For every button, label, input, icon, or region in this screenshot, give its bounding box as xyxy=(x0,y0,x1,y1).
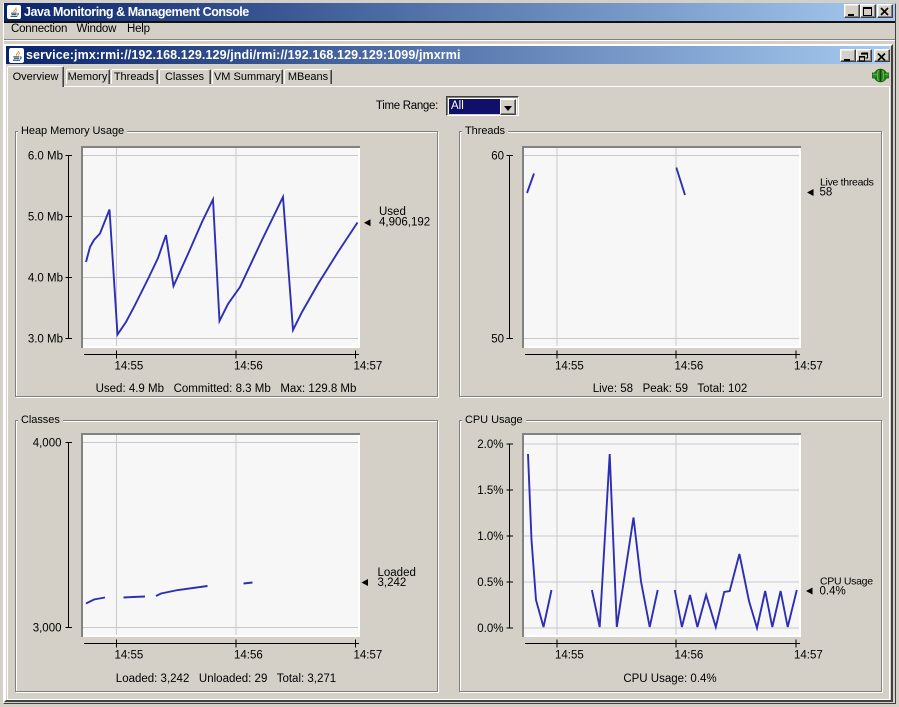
svg-text:14:55: 14:55 xyxy=(115,361,144,373)
svg-text:0.4%: 0.4% xyxy=(820,586,846,598)
svg-text:3,242: 3,242 xyxy=(378,577,407,589)
svg-text:14:57: 14:57 xyxy=(794,650,823,662)
svg-text:4,906,192: 4,906,192 xyxy=(379,217,430,229)
svg-text:0.0%: 0.0% xyxy=(477,623,503,635)
svg-text:2.0%: 2.0% xyxy=(477,439,503,451)
svg-text:14:56: 14:56 xyxy=(675,361,704,373)
svg-text:3,000: 3,000 xyxy=(33,623,62,635)
svg-text:4,000: 4,000 xyxy=(33,438,62,450)
svg-text:14:57: 14:57 xyxy=(794,361,823,373)
svg-text:1.5%: 1.5% xyxy=(477,485,503,497)
svg-text:14:56: 14:56 xyxy=(234,361,263,373)
svg-text:6.0 Mb: 6.0 Mb xyxy=(28,151,63,163)
svg-text:58: 58 xyxy=(820,187,833,199)
svg-text:14:57: 14:57 xyxy=(354,650,383,662)
svg-text:14:55: 14:55 xyxy=(555,650,584,662)
svg-text:5.0 Mb: 5.0 Mb xyxy=(28,212,63,224)
svg-text:3.0 Mb: 3.0 Mb xyxy=(28,334,63,346)
svg-text:14:55: 14:55 xyxy=(115,650,144,662)
svg-text:14:55: 14:55 xyxy=(555,361,584,373)
svg-text:14:56: 14:56 xyxy=(675,650,704,662)
svg-text:14:57: 14:57 xyxy=(354,361,383,373)
svg-text:60: 60 xyxy=(491,151,504,163)
svg-text:4.0 Mb: 4.0 Mb xyxy=(28,273,63,285)
svg-text:0.5%: 0.5% xyxy=(477,577,503,589)
svg-text:1.0%: 1.0% xyxy=(477,531,503,543)
svg-text:14:56: 14:56 xyxy=(234,650,263,662)
svg-text:50: 50 xyxy=(491,334,504,346)
